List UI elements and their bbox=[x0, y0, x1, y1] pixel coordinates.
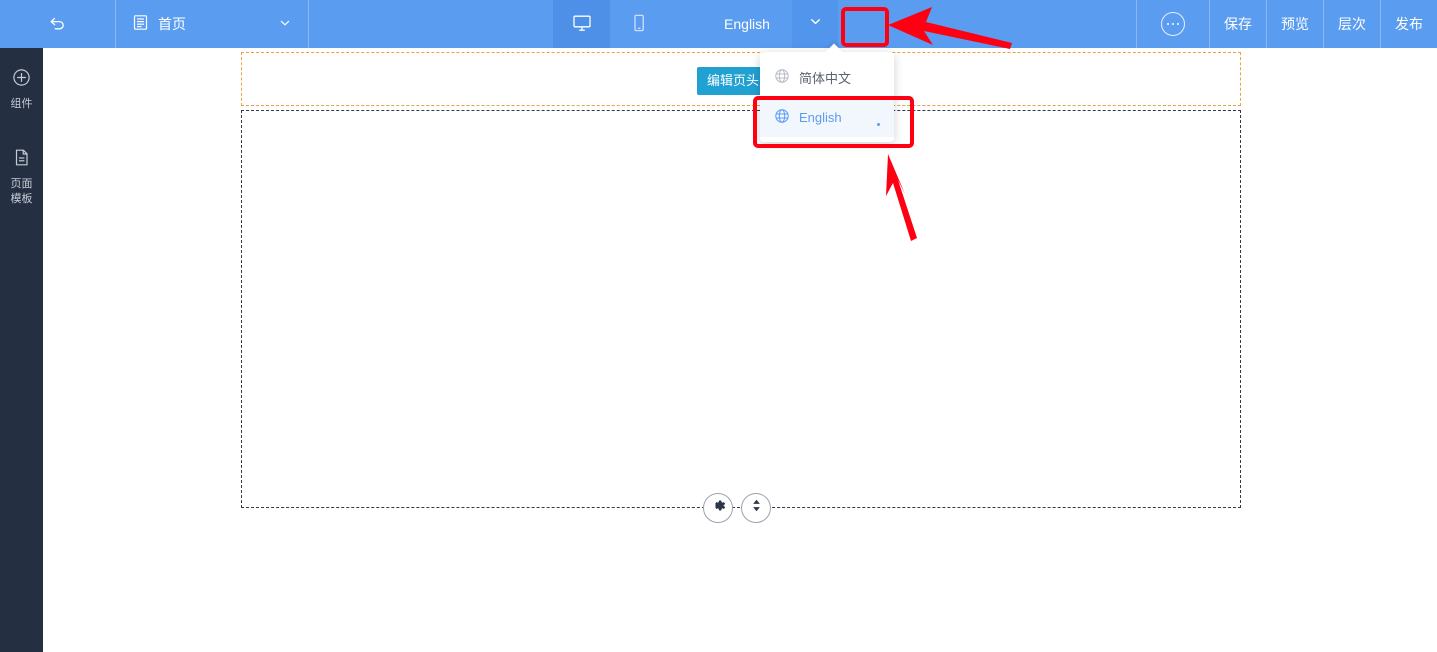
chevron-down-icon bbox=[808, 14, 823, 34]
language-option-zh-label: 简体中文 bbox=[799, 70, 852, 86]
page-body-zone[interactable] bbox=[241, 110, 1241, 508]
publish-button[interactable]: 发布 bbox=[1381, 0, 1437, 48]
more-horizontal-icon bbox=[1161, 12, 1185, 36]
save-button[interactable]: 保存 bbox=[1210, 0, 1266, 48]
toolbar-spacer-left bbox=[309, 0, 553, 48]
zone-move-vertical-button[interactable] bbox=[741, 493, 771, 523]
sidebar-item-page-template-label-line1: 页面 bbox=[10, 178, 33, 190]
device-toggle-desktop[interactable] bbox=[553, 0, 610, 48]
language-current-label[interactable]: English bbox=[702, 0, 792, 48]
globe-icon bbox=[774, 108, 790, 127]
app-root: 首页 English 保存 预览 层次 发布 组件 页面 模板 编辑页头页 简体… bbox=[0, 0, 1437, 652]
toolbar-spacer-right bbox=[838, 0, 1136, 48]
language-option-zh[interactable]: 简体中文 bbox=[760, 57, 894, 97]
page-selector[interactable]: 首页 bbox=[116, 0, 308, 48]
language-dropdown-toggle[interactable] bbox=[792, 0, 838, 48]
globe-icon bbox=[774, 68, 790, 87]
page-document-icon bbox=[12, 148, 31, 172]
sidebar-item-page-template-label-line2: 模板 bbox=[10, 193, 33, 205]
toolbar-spacer-mid bbox=[667, 0, 702, 48]
plus-circle-icon bbox=[12, 68, 31, 92]
zone-settings-button[interactable] bbox=[703, 493, 733, 523]
device-toggle-mobile[interactable] bbox=[610, 0, 667, 48]
top-toolbar: 首页 English 保存 预览 层次 发布 bbox=[0, 0, 1437, 48]
page-selector-label: 首页 bbox=[158, 16, 186, 32]
page-list-icon bbox=[132, 14, 149, 34]
up-down-arrows-icon bbox=[748, 497, 765, 519]
layers-button[interactable]: 层次 bbox=[1324, 0, 1380, 48]
gear-icon bbox=[710, 497, 727, 519]
chevron-down-icon bbox=[278, 16, 292, 33]
sidebar-item-components-label: 组件 bbox=[10, 98, 33, 110]
selected-marker-icon bbox=[877, 123, 880, 126]
language-switcher[interactable]: English bbox=[702, 0, 838, 48]
language-option-en-label: English bbox=[799, 109, 842, 125]
mobile-phone-icon bbox=[628, 12, 650, 37]
desktop-monitor-icon bbox=[571, 12, 593, 37]
more-options-button[interactable] bbox=[1137, 0, 1209, 48]
undo-button[interactable] bbox=[0, 0, 115, 48]
language-dropdown-menu: 简体中文 English bbox=[760, 52, 894, 142]
left-sidebar: 组件 页面 模板 bbox=[0, 48, 43, 652]
sidebar-item-components[interactable]: 组件 bbox=[0, 60, 43, 122]
page-header-zone[interactable]: 编辑页头页 bbox=[241, 52, 1241, 106]
sidebar-item-page-template[interactable]: 页面 模板 bbox=[0, 140, 43, 217]
language-option-en[interactable]: English bbox=[760, 97, 894, 137]
zone-tool-buttons bbox=[703, 493, 771, 523]
undo-arrow-icon bbox=[48, 12, 68, 36]
preview-button[interactable]: 预览 bbox=[1267, 0, 1323, 48]
editor-canvas: 编辑页头页 bbox=[43, 48, 1437, 652]
